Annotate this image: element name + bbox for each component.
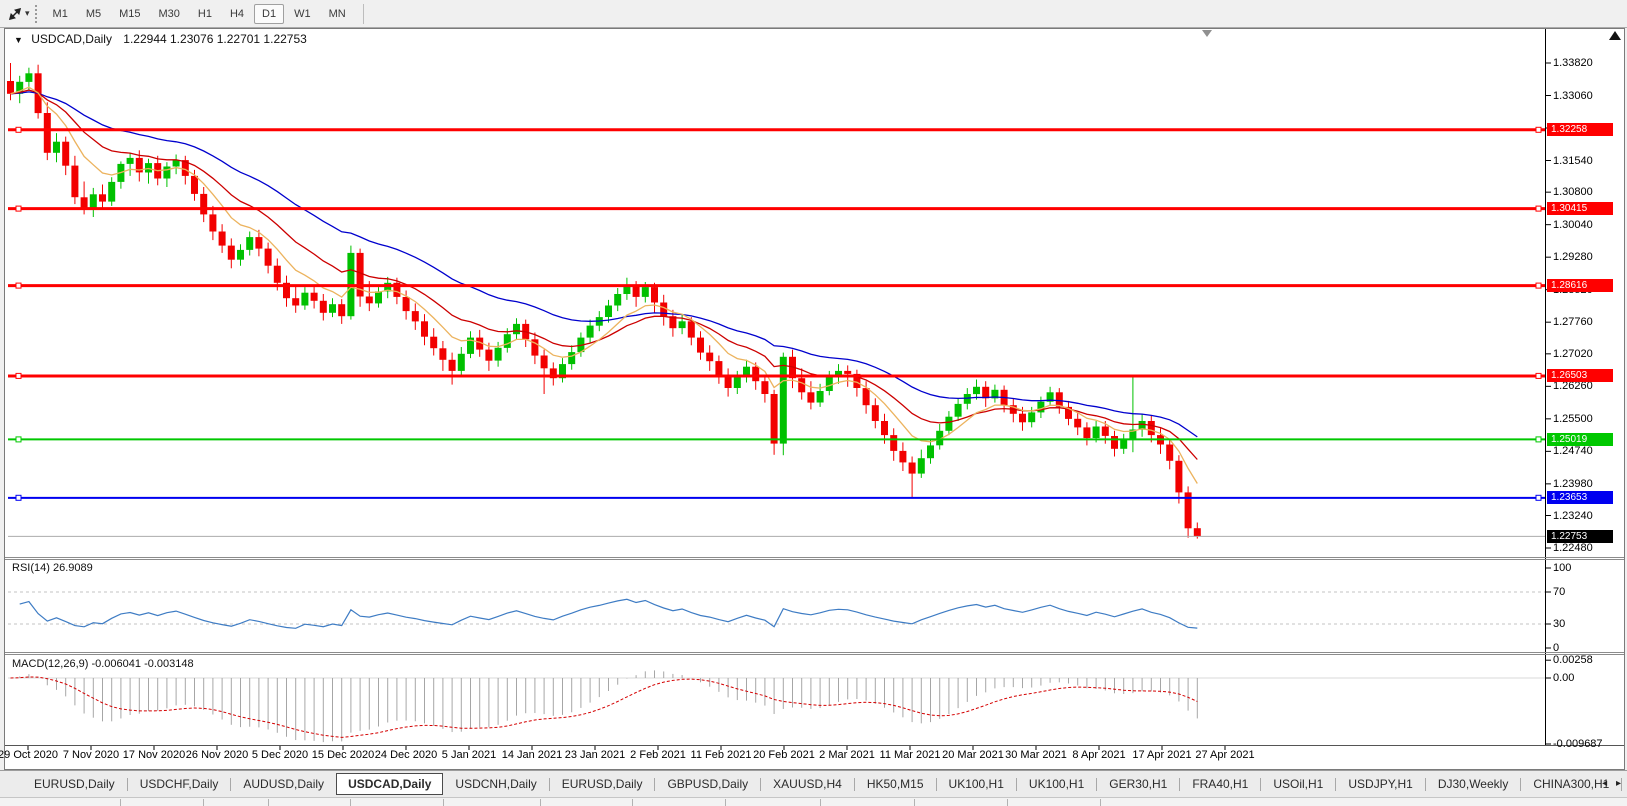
chart-tab-usdjpy-h1[interactable]: USDJPY,H1 <box>1336 773 1424 795</box>
chart-tab-audusd-daily[interactable]: AUDUSD,Daily <box>231 773 336 795</box>
timeframe-toolbar: ▾ M1 M5 M15 M30 H1 H4 D1 W1 MN <box>0 0 1627 28</box>
price-tick-label: 1.23240 <box>1553 510 1593 522</box>
chart-title-caret-icon[interactable]: ▼ <box>14 35 23 45</box>
macd-tick-label: 0.00258 <box>1553 654 1593 666</box>
level-price-tag: 1.23653 <box>1547 491 1613 504</box>
date-label: 11 Feb 2021 <box>690 749 752 761</box>
date-label: 2 Feb 2021 <box>630 749 686 761</box>
timeframe-button-m15[interactable]: M15 <box>111 4 148 24</box>
chart-tab-uk100-h1[interactable]: UK100,H1 <box>937 773 1016 795</box>
chart-tab-bar: EURUSD,Daily USDCHF,Daily AUDUSD,Daily USDC… <box>0 770 1627 797</box>
price-tick-label: 1.27760 <box>1553 316 1593 328</box>
rsi-tick-label: 100 <box>1553 562 1572 574</box>
date-label: 17 Apr 2021 <box>1132 749 1192 761</box>
chart-tab-usdchf-daily[interactable]: USDCHF,Daily <box>128 773 231 795</box>
chart-tab-fra40-h1[interactable]: FRA40,H1 <box>1180 773 1260 795</box>
timeframe-button-m1[interactable]: M1 <box>45 4 76 24</box>
price-tick-label: 1.31540 <box>1553 155 1593 167</box>
rsi-tick-label: 30 <box>1553 618 1566 630</box>
chart-tab-usdcnh-daily[interactable]: USDCNH,Daily <box>443 773 548 795</box>
timeframe-button-d1[interactable]: D1 <box>254 3 285 24</box>
toolbar-grip-handle[interactable] <box>34 4 37 23</box>
date-label: 24 Dec 2020 <box>374 749 438 761</box>
level-price-tag: 1.25019 <box>1547 433 1613 446</box>
price-tick-label: 1.29280 <box>1553 251 1593 263</box>
macd-tick-label: -0.009687 <box>1553 738 1603 750</box>
chart-window <box>4 28 1625 770</box>
chart-ohlc-values: 1.22944 1.23076 1.22701 1.22753 <box>123 32 307 46</box>
date-label: 29 Oct 2020 <box>0 749 58 761</box>
level-price-tag: 1.30415 <box>1547 202 1613 215</box>
toolbar-separator <box>362 3 364 24</box>
price-tick-label: 1.30800 <box>1553 186 1593 198</box>
chart-cursor-icon[interactable] <box>5 4 25 24</box>
date-label: 20 Mar 2021 <box>942 749 1004 761</box>
tab-scroll-left-icon[interactable]: ◂ <box>1602 778 1610 789</box>
tab-scroll-right-icon[interactable]: ▸ <box>1616 778 1624 789</box>
timeframe-button-h4[interactable]: H4 <box>222 4 252 24</box>
date-label: 17 Nov 2020 <box>122 749 186 761</box>
timeframe-button-h1[interactable]: H1 <box>190 4 220 24</box>
date-label: 20 Feb 2021 <box>753 749 815 761</box>
date-label: 7 Nov 2020 <box>62 749 120 761</box>
rsi-tick-label: 70 <box>1553 586 1566 598</box>
timeframe-button-mn[interactable]: MN <box>321 4 354 24</box>
price-tick-label: 1.30040 <box>1553 219 1593 231</box>
chart-title: ▼ USDCAD,Daily 1.22944 1.23076 1.22701 1… <box>14 32 307 46</box>
price-tick-label: 1.24740 <box>1553 445 1593 457</box>
date-label: 5 Dec 2020 <box>251 749 309 761</box>
macd-indicator-label: MACD(12,26,9) -0.006041 -0.003148 <box>12 658 194 670</box>
current-price-tag: 1.22753 <box>1547 530 1613 543</box>
toolbar-caret-icon[interactable]: ▾ <box>25 8 30 19</box>
date-label: 2 Mar 2021 <box>819 749 875 761</box>
date-label: 15 Dec 2020 <box>311 749 375 761</box>
rsi-indicator-label: RSI(14) 26.9089 <box>12 562 93 574</box>
mt4-terminal: ▾ M1 M5 M15 M30 H1 H4 D1 W1 MN ▼ USDCAD,Daily 1.… <box>0 0 1627 806</box>
rsi-tick-label: 0 <box>1553 642 1560 654</box>
level-price-tag: 1.28616 <box>1547 279 1613 292</box>
date-label: 8 Apr 2021 <box>1072 749 1126 761</box>
chart-tab-dj30-weekly[interactable]: DJ30,Weekly <box>1426 773 1520 795</box>
tab-scroll-buttons: ◂ ▸ <box>1602 778 1624 789</box>
macd-tick-label: 0.00 <box>1553 672 1575 684</box>
chart-tab-hk50-m15[interactable]: HK50,M15 <box>855 773 936 795</box>
chart-tab-gbpusd-daily[interactable]: GBPUSD,Daily <box>655 773 760 795</box>
chart-tab-ger30-h1[interactable]: GER30,H1 <box>1097 773 1179 795</box>
date-label: 26 Nov 2020 <box>185 749 249 761</box>
timeframe-button-m30[interactable]: M30 <box>151 4 188 24</box>
level-price-tag: 1.26503 <box>1547 369 1613 382</box>
date-label: 30 Mar 2021 <box>1005 749 1067 761</box>
date-label: 23 Jan 2021 <box>564 749 626 761</box>
chart-tab-eurusd-daily[interactable]: EURUSD,Daily <box>22 773 127 795</box>
chart-tab-uk100-h1[interactable]: UK100,H1 <box>1017 773 1096 795</box>
price-tick-label: 1.27020 <box>1553 348 1593 360</box>
chart-tab-usdcad-daily[interactable]: USDCAD,Daily <box>336 773 444 795</box>
chart-symbol-label: USDCAD,Daily <box>31 32 112 46</box>
level-price-tag: 1.32258 <box>1547 123 1613 136</box>
date-label: 27 Apr 2021 <box>1195 749 1255 761</box>
timeframe-button-m5[interactable]: M5 <box>78 4 109 24</box>
timeframe-buttons: M1 M5 M15 M30 H1 H4 D1 W1 MN <box>44 3 355 24</box>
price-tick-label: 1.23980 <box>1553 478 1593 490</box>
timeframe-button-w1[interactable]: W1 <box>286 4 319 24</box>
chart-tab-usoil-h1[interactable]: USOil,H1 <box>1261 773 1335 795</box>
price-tick-label: 1.22480 <box>1553 542 1593 554</box>
price-tick-label: 1.33820 <box>1553 57 1593 69</box>
price-tick-label: 1.25500 <box>1553 413 1593 425</box>
date-label: 11 Mar 2021 <box>879 749 941 761</box>
date-label: 14 Jan 2021 <box>501 749 563 761</box>
date-label: 5 Jan 2021 <box>441 749 497 761</box>
price-tick-label: 1.33060 <box>1553 90 1593 102</box>
chart-tab-xauusd-h4[interactable]: XAUUSD,H4 <box>761 773 854 795</box>
chart-tabs: EURUSD,Daily USDCHF,Daily AUDUSD,Daily USDC… <box>22 773 1627 795</box>
chart-tab-eurusd-daily[interactable]: EURUSD,Daily <box>550 773 655 795</box>
